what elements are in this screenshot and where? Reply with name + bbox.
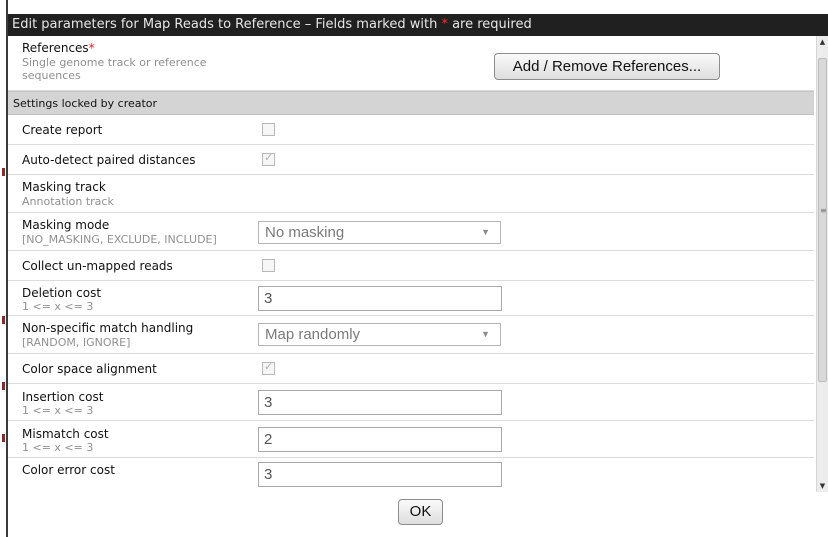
- chevron-down-icon: ▼: [481, 227, 490, 237]
- background-marker: [2, 316, 5, 324]
- auto-detect-checkbox[interactable]: [262, 151, 275, 166]
- references-label-text: References: [22, 41, 89, 55]
- grip-icon: ≡: [820, 206, 827, 215]
- masking-mode-label: Masking mode: [22, 218, 110, 232]
- deletion-cost-hint: 1 <= x <= 3: [22, 300, 94, 313]
- color-error-cost-label: Color error cost: [22, 463, 115, 477]
- references-row: References* Single genome track or refer…: [8, 36, 814, 91]
- mismatch-cost-hint: 1 <= x <= 3: [22, 441, 94, 454]
- color-space-label: Color space alignment: [22, 362, 157, 376]
- create-report-checkbox[interactable]: [262, 123, 275, 136]
- auto-detect-row: Auto-detect paired distances: [8, 145, 814, 175]
- references-hint: Single genome track or reference sequenc…: [22, 56, 207, 82]
- mismatch-cost-label: Mismatch cost: [22, 427, 109, 441]
- background-marker: [2, 168, 5, 176]
- masking-mode-value: No masking: [265, 224, 345, 241]
- insertion-cost-row: Insertion cost 1 <= x <= 3 3: [8, 384, 814, 421]
- collect-unmapped-checkbox[interactable]: [262, 259, 275, 272]
- insertion-cost-input[interactable]: 3: [258, 390, 502, 415]
- deletion-cost-label: Deletion cost: [22, 286, 102, 300]
- mismatch-cost-row: Mismatch cost 1 <= x <= 3 2: [8, 421, 814, 458]
- background-window-edge: [0, 0, 8, 537]
- color-error-cost-input[interactable]: 3: [258, 462, 502, 487]
- parameter-scroll-area[interactable]: References* Single genome track or refer…: [8, 36, 828, 492]
- scroll-up-arrow-icon[interactable]: ▲: [817, 36, 828, 48]
- ok-button[interactable]: OK: [398, 499, 443, 525]
- collect-unmapped-label: Collect un-mapped reads: [22, 259, 173, 273]
- deletion-cost-input[interactable]: 3: [258, 286, 502, 311]
- masking-track-row: Masking track Annotation track: [8, 175, 814, 213]
- insertion-cost-hint: 1 <= x <= 3: [22, 404, 94, 417]
- deletion-cost-row: Deletion cost 1 <= x <= 3 3: [8, 281, 814, 316]
- masking-mode-hint: [NO_MASKING, EXCLUDE, INCLUDE]: [22, 233, 217, 246]
- masking-track-label: Masking track: [22, 180, 106, 194]
- color-space-row: Color space alignment: [8, 354, 814, 384]
- nonspecific-match-select[interactable]: Map randomly ▼: [258, 323, 501, 346]
- dialog-footer: OK: [8, 492, 828, 537]
- background-marker: [2, 434, 5, 442]
- collect-unmapped-row: Collect un-mapped reads: [8, 251, 814, 281]
- parameter-list: References* Single genome track or refer…: [8, 36, 814, 488]
- background-marker: [2, 382, 5, 390]
- add-remove-references-button[interactable]: Add / Remove References...: [494, 53, 720, 80]
- masking-mode-select[interactable]: No masking ▼: [258, 221, 501, 244]
- mismatch-cost-input[interactable]: 2: [258, 427, 502, 452]
- section-label: Settings locked by creator: [13, 97, 158, 110]
- create-report-row: Create report: [8, 115, 814, 145]
- dialog-title: Edit parameters for Map Reads to Referen…: [8, 14, 828, 36]
- scrollbar-thumb[interactable]: ≡: [818, 58, 827, 382]
- nonspecific-match-value: Map randomly: [265, 326, 361, 343]
- color-error-cost-row: Color error cost 3: [8, 458, 814, 488]
- auto-detect-label: Auto-detect paired distances: [22, 153, 196, 167]
- masking-mode-row: Masking mode [NO_MASKING, EXCLUDE, INCLU…: [8, 213, 814, 251]
- nonspecific-match-label: Non-specific match handling: [22, 321, 194, 335]
- required-star: *: [88, 41, 95, 55]
- scroll-down-arrow-icon[interactable]: ▼: [817, 480, 828, 492]
- locked-settings-section: Settings locked by creator: [8, 91, 814, 115]
- references-label: References*: [22, 41, 95, 55]
- insertion-cost-label: Insertion cost: [22, 390, 104, 404]
- nonspecific-match-row: Non-specific match handling [RANDOM, IGN…: [8, 316, 814, 354]
- edit-parameters-dialog: Edit parameters for Map Reads to Referen…: [8, 0, 828, 537]
- dialog-title-prefix: Edit parameters for Map Reads to Referen…: [12, 17, 442, 32]
- vertical-scrollbar[interactable]: ▲ ≡ ▼: [816, 36, 828, 492]
- color-space-checkbox[interactable]: [262, 360, 275, 375]
- dialog-title-suffix: are required: [447, 17, 532, 32]
- nonspecific-match-hint: [RANDOM, IGNORE]: [22, 336, 131, 349]
- chevron-down-icon: ▼: [481, 329, 490, 339]
- masking-track-hint: Annotation track: [22, 195, 114, 208]
- create-report-label: Create report: [22, 123, 103, 137]
